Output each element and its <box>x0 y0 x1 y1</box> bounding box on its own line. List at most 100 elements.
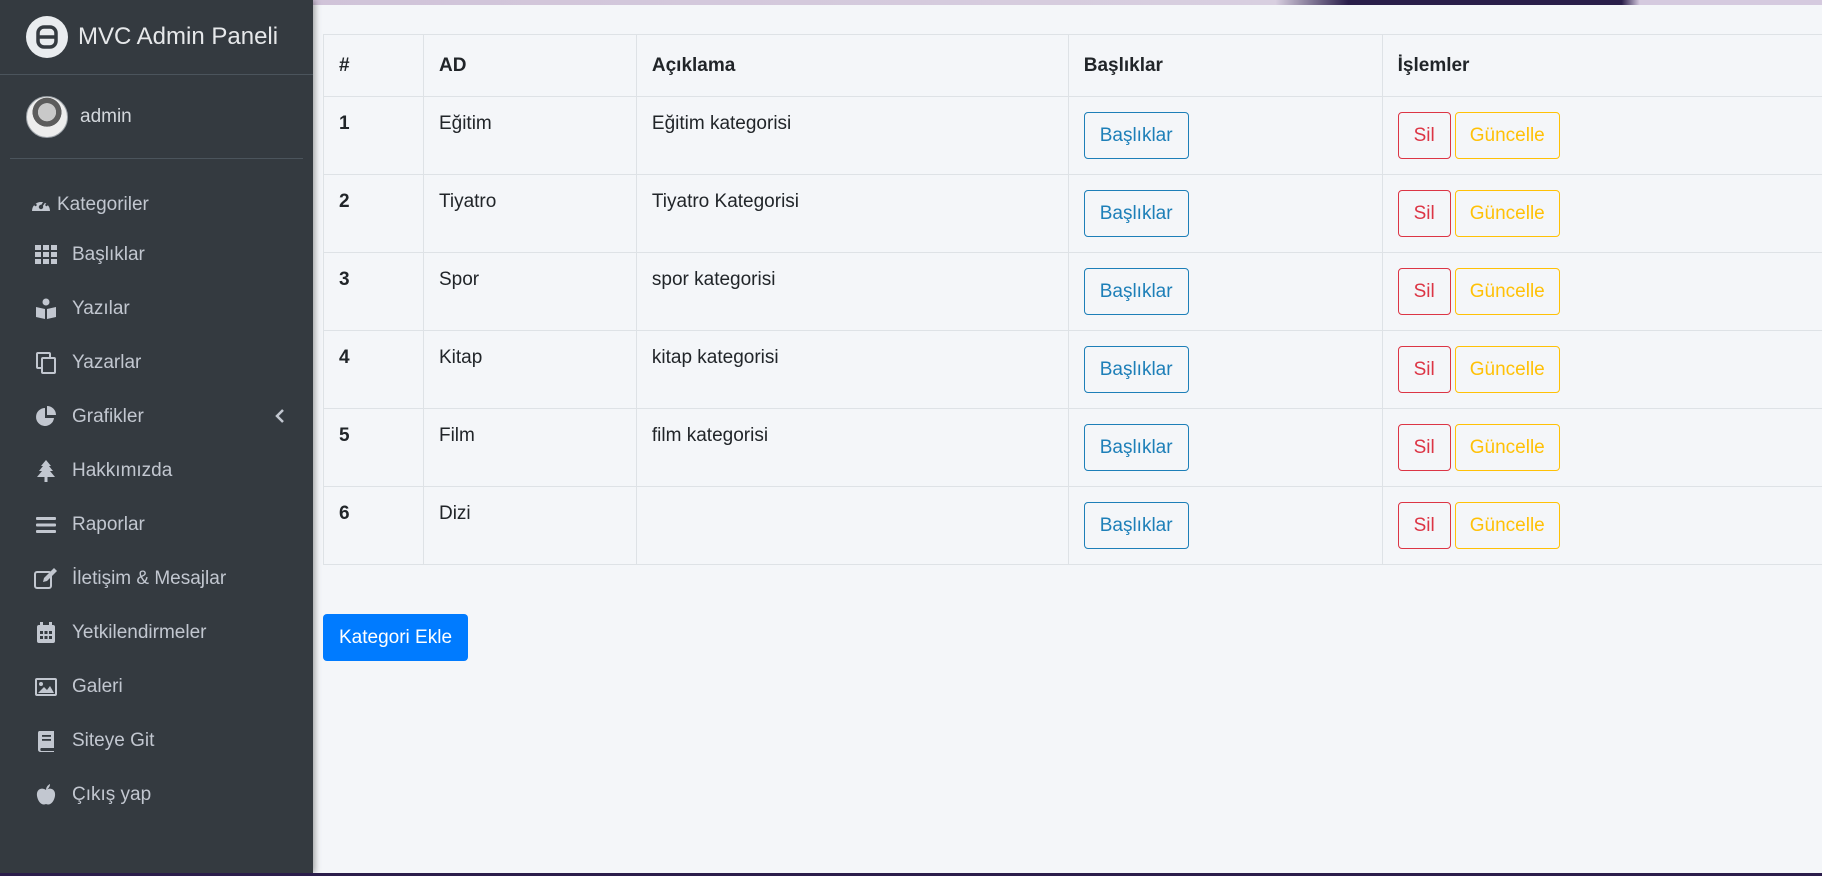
sidebar-item-raporlar[interactable]: Raporlar <box>0 503 313 547</box>
titles-button[interactable]: Başlıklar <box>1083 502 1189 549</box>
cell-id: 4 <box>323 330 424 409</box>
chevron-left-icon[interactable] <box>275 408 285 430</box>
copy-icon <box>34 352 58 374</box>
category-table: # AD Açıklama Başlıklar İşlemler 1 Eğiti… <box>323 34 1822 565</box>
table-row: 6 Dizi Başlıklar Sil Güncelle <box>323 486 1822 565</box>
sidebar-item-yazilar[interactable]: Yazılar <box>0 287 313 331</box>
column-header-aciklama: Açıklama <box>635 34 1069 97</box>
delete-button[interactable]: Sil <box>1397 346 1451 393</box>
edit-icon <box>34 568 58 590</box>
column-header-ad: AD <box>422 34 637 97</box>
sidebar-item-cikis[interactable]: Çıkış yap <box>0 773 313 817</box>
cell-name: Eğitim <box>422 96 637 175</box>
cell-id: 3 <box>323 252 424 331</box>
sidebar-item-label: Yazarlar <box>72 352 142 373</box>
titles-button[interactable]: Başlıklar <box>1083 112 1189 159</box>
delete-button[interactable]: Sil <box>1397 502 1451 549</box>
delete-button[interactable]: Sil <box>1397 190 1451 237</box>
sidebar-item-hakkimizda[interactable]: Hakkımızda <box>0 449 313 493</box>
column-header-basliklar: Başlıklar <box>1067 34 1383 97</box>
calendar-icon <box>34 622 58 644</box>
sidebar-item-siteye-git[interactable]: Siteye Git <box>0 719 313 763</box>
table-row: 1 Eğitim Eğitim kategorisi Başlıklar Sil… <box>323 96 1822 175</box>
avatar <box>26 95 68 138</box>
cell-titles: Başlıklar <box>1067 486 1383 565</box>
image-icon <box>34 676 58 698</box>
sidebar-item-label: Çıkış yap <box>72 784 152 805</box>
sidebar-item-iletisim[interactable]: İletişim & Mesajlar <box>0 557 313 601</box>
delete-button[interactable]: Sil <box>1397 424 1451 471</box>
cell-actions: Sil Güncelle <box>1381 252 1822 331</box>
update-button[interactable]: Güncelle <box>1454 346 1560 393</box>
column-header-id: # <box>323 34 424 97</box>
cell-actions: Sil Güncelle <box>1381 330 1822 409</box>
sidebar-item-label: Raporlar <box>72 514 145 535</box>
book-reader-icon <box>34 298 58 320</box>
sidebar-item-label: Siteye Git <box>72 730 155 751</box>
sidebar-item-basliklar[interactable]: Başlıklar <box>0 233 313 277</box>
cell-actions: Sil Güncelle <box>1381 96 1822 175</box>
cell-desc <box>635 486 1069 565</box>
update-button[interactable]: Güncelle <box>1454 190 1560 237</box>
bars-icon <box>34 514 58 536</box>
sidebar-item-yetkilendirmeler[interactable]: Yetkilendirmeler <box>0 611 313 655</box>
titles-button[interactable]: Başlıklar <box>1083 346 1189 393</box>
book-icon <box>34 730 58 752</box>
cell-titles: Başlıklar <box>1067 174 1383 253</box>
update-button[interactable]: Güncelle <box>1454 424 1560 471</box>
table-row: 3 Spor spor kategorisi Başlıklar Sil Günc… <box>323 252 1822 331</box>
chart-pie-icon <box>34 406 58 428</box>
table-row: 2 Tiyatro Tiyatro Kategorisi Başlıklar S… <box>323 174 1822 253</box>
column-header-islemler: İşlemler <box>1381 34 1822 97</box>
sidebar: MVC Admin Paneli admin Kategoriler Başlı… <box>0 0 313 873</box>
cell-actions: Sil Güncelle <box>1381 486 1822 565</box>
cell-id: 5 <box>323 408 424 487</box>
table-header-row: # AD Açıklama Başlıklar İşlemler <box>323 34 1822 97</box>
cell-actions: Sil Güncelle <box>1381 174 1822 253</box>
titles-button[interactable]: Başlıklar <box>1083 190 1189 237</box>
tree-icon <box>34 460 58 482</box>
brand-link[interactable]: MVC Admin Paneli <box>0 0 313 75</box>
table-row: 4 Kitap kitap kategorisi Başlıklar Sil Gü… <box>323 330 1822 409</box>
sidebar-item-galeri[interactable]: Galeri <box>0 665 313 709</box>
sidebar-item-label: Yazılar <box>72 298 130 319</box>
cell-desc: Eğitim kategorisi <box>635 96 1069 175</box>
add-category-button[interactable]: Kategori Ekle <box>323 614 469 661</box>
sidebar-item-label: Kategoriler <box>57 194 149 215</box>
tachometer-icon <box>29 194 53 216</box>
update-button[interactable]: Güncelle <box>1454 268 1560 315</box>
brand-title: MVC Admin Paneli <box>78 23 279 50</box>
cell-id: 6 <box>323 486 424 565</box>
apple-icon <box>34 784 58 806</box>
sidebar-item-kategoriler[interactable]: Kategoriler <box>0 183 313 227</box>
cell-name: Dizi <box>422 486 637 565</box>
user-panel[interactable]: admin <box>10 75 303 159</box>
category-table-container: # AD Açıklama Başlıklar İşlemler 1 Eğiti… <box>323 34 1822 565</box>
update-button[interactable]: Güncelle <box>1454 112 1560 159</box>
table-row: 5 Film film kategorisi Başlıklar Sil Günc… <box>323 408 1822 487</box>
cell-titles: Başlıklar <box>1067 96 1383 175</box>
sidebar-item-label: Galeri <box>72 676 123 697</box>
cell-titles: Başlıklar <box>1067 252 1383 331</box>
sidebar-item-yazarlar[interactable]: Yazarlar <box>0 341 313 385</box>
cell-name: Kitap <box>422 330 637 409</box>
delete-button[interactable]: Sil <box>1397 268 1451 315</box>
grid-icon <box>34 244 58 266</box>
titles-button[interactable]: Başlıklar <box>1083 424 1189 471</box>
sidebar-item-label: İletişim & Mesajlar <box>72 568 227 589</box>
cell-desc: Tiyatro Kategorisi <box>635 174 1069 253</box>
titles-button[interactable]: Başlıklar <box>1083 268 1189 315</box>
cell-titles: Başlıklar <box>1067 330 1383 409</box>
cell-desc: film kategorisi <box>635 408 1069 487</box>
sidebar-item-grafikler[interactable]: Grafikler <box>0 395 313 439</box>
cell-actions: Sil Güncelle <box>1381 408 1822 487</box>
delete-button[interactable]: Sil <box>1397 112 1451 159</box>
cell-name: Tiyatro <box>422 174 637 253</box>
sidebar-item-label: Başlıklar <box>72 244 145 265</box>
sidebar-item-label: Hakkımızda <box>72 460 173 481</box>
cell-desc: kitap kategorisi <box>635 330 1069 409</box>
cell-id: 1 <box>323 96 424 175</box>
update-button[interactable]: Güncelle <box>1454 502 1560 549</box>
sidebar-item-label: Grafikler <box>72 406 144 427</box>
cell-titles: Başlıklar <box>1067 408 1383 487</box>
